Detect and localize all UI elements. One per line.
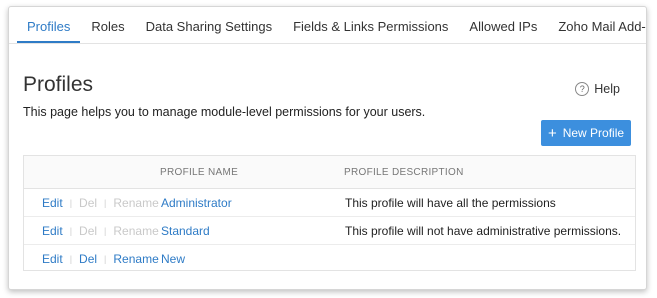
edit-link[interactable]: Edit — [42, 196, 63, 210]
tab-fields-links-permissions[interactable]: Fields & Links Permissions — [283, 7, 458, 43]
table-header: PROFILE NAME PROFILE DESCRIPTION — [24, 156, 635, 189]
profile-name-link[interactable]: New — [161, 252, 185, 266]
separator: | — [69, 254, 73, 264]
plus-icon: + — [547, 124, 557, 142]
separator: | — [104, 254, 107, 264]
table-row: Edit | Del | Rename New — [24, 245, 635, 272]
row-actions: Edit | Del | Rename — [42, 224, 159, 238]
delete-link: Del — [79, 196, 98, 210]
separator: | — [104, 198, 107, 208]
settings-tabs: Profiles Roles Data Sharing Settings Fie… — [9, 7, 646, 44]
profiles-panel: Profiles Roles Data Sharing Settings Fie… — [8, 6, 647, 290]
help-label: Help — [594, 82, 620, 96]
tab-profiles[interactable]: Profiles — [17, 7, 81, 43]
page-title: Profiles — [23, 73, 94, 96]
profile-description: This profile will not have administrativ… — [345, 224, 622, 238]
delete-link[interactable]: Del — [79, 252, 97, 266]
edit-link[interactable]: Edit — [42, 224, 63, 238]
profile-name-link[interactable]: Standard — [161, 224, 210, 238]
row-actions: Edit | Del | Rename — [42, 196, 159, 210]
edit-link[interactable]: Edit — [42, 252, 63, 266]
separator: | — [104, 226, 107, 236]
question-circle-icon: ? — [575, 82, 590, 96]
tab-roles[interactable]: Roles — [81, 7, 134, 43]
table-row: Edit | Del | Rename Administrator This p… — [24, 189, 635, 217]
table-row: Edit | Del | Rename Standard This profil… — [24, 217, 635, 245]
help-link[interactable]: ? Help — [575, 82, 620, 96]
new-profile-button[interactable]: + New Profile — [541, 120, 631, 146]
column-header-profile-description: PROFILE DESCRIPTION — [344, 167, 464, 178]
separator: | — [69, 198, 73, 208]
tab-allowed-ips[interactable]: Allowed IPs — [459, 7, 547, 43]
new-profile-label: New Profile — [562, 126, 625, 140]
row-actions: Edit | Del | Rename — [42, 252, 159, 266]
rename-link[interactable]: Rename — [113, 252, 158, 266]
profile-description: This profile will have all the permissio… — [345, 196, 556, 210]
tab-data-sharing-settings[interactable]: Data Sharing Settings — [136, 7, 282, 43]
delete-link: Del — [79, 224, 98, 238]
profiles-table: PROFILE NAME PROFILE DESCRIPTION Edit | … — [23, 155, 636, 271]
rename-link: Rename — [113, 196, 159, 210]
tab-zoho-mail-addon-users[interactable]: Zoho Mail Add-on Users — [548, 7, 646, 43]
profile-name-link[interactable]: Administrator — [161, 196, 232, 210]
rename-link: Rename — [113, 224, 159, 238]
column-header-profile-name: PROFILE NAME — [160, 167, 239, 178]
separator: | — [69, 226, 73, 236]
page-description: This page helps you to manage module-lev… — [23, 105, 426, 119]
